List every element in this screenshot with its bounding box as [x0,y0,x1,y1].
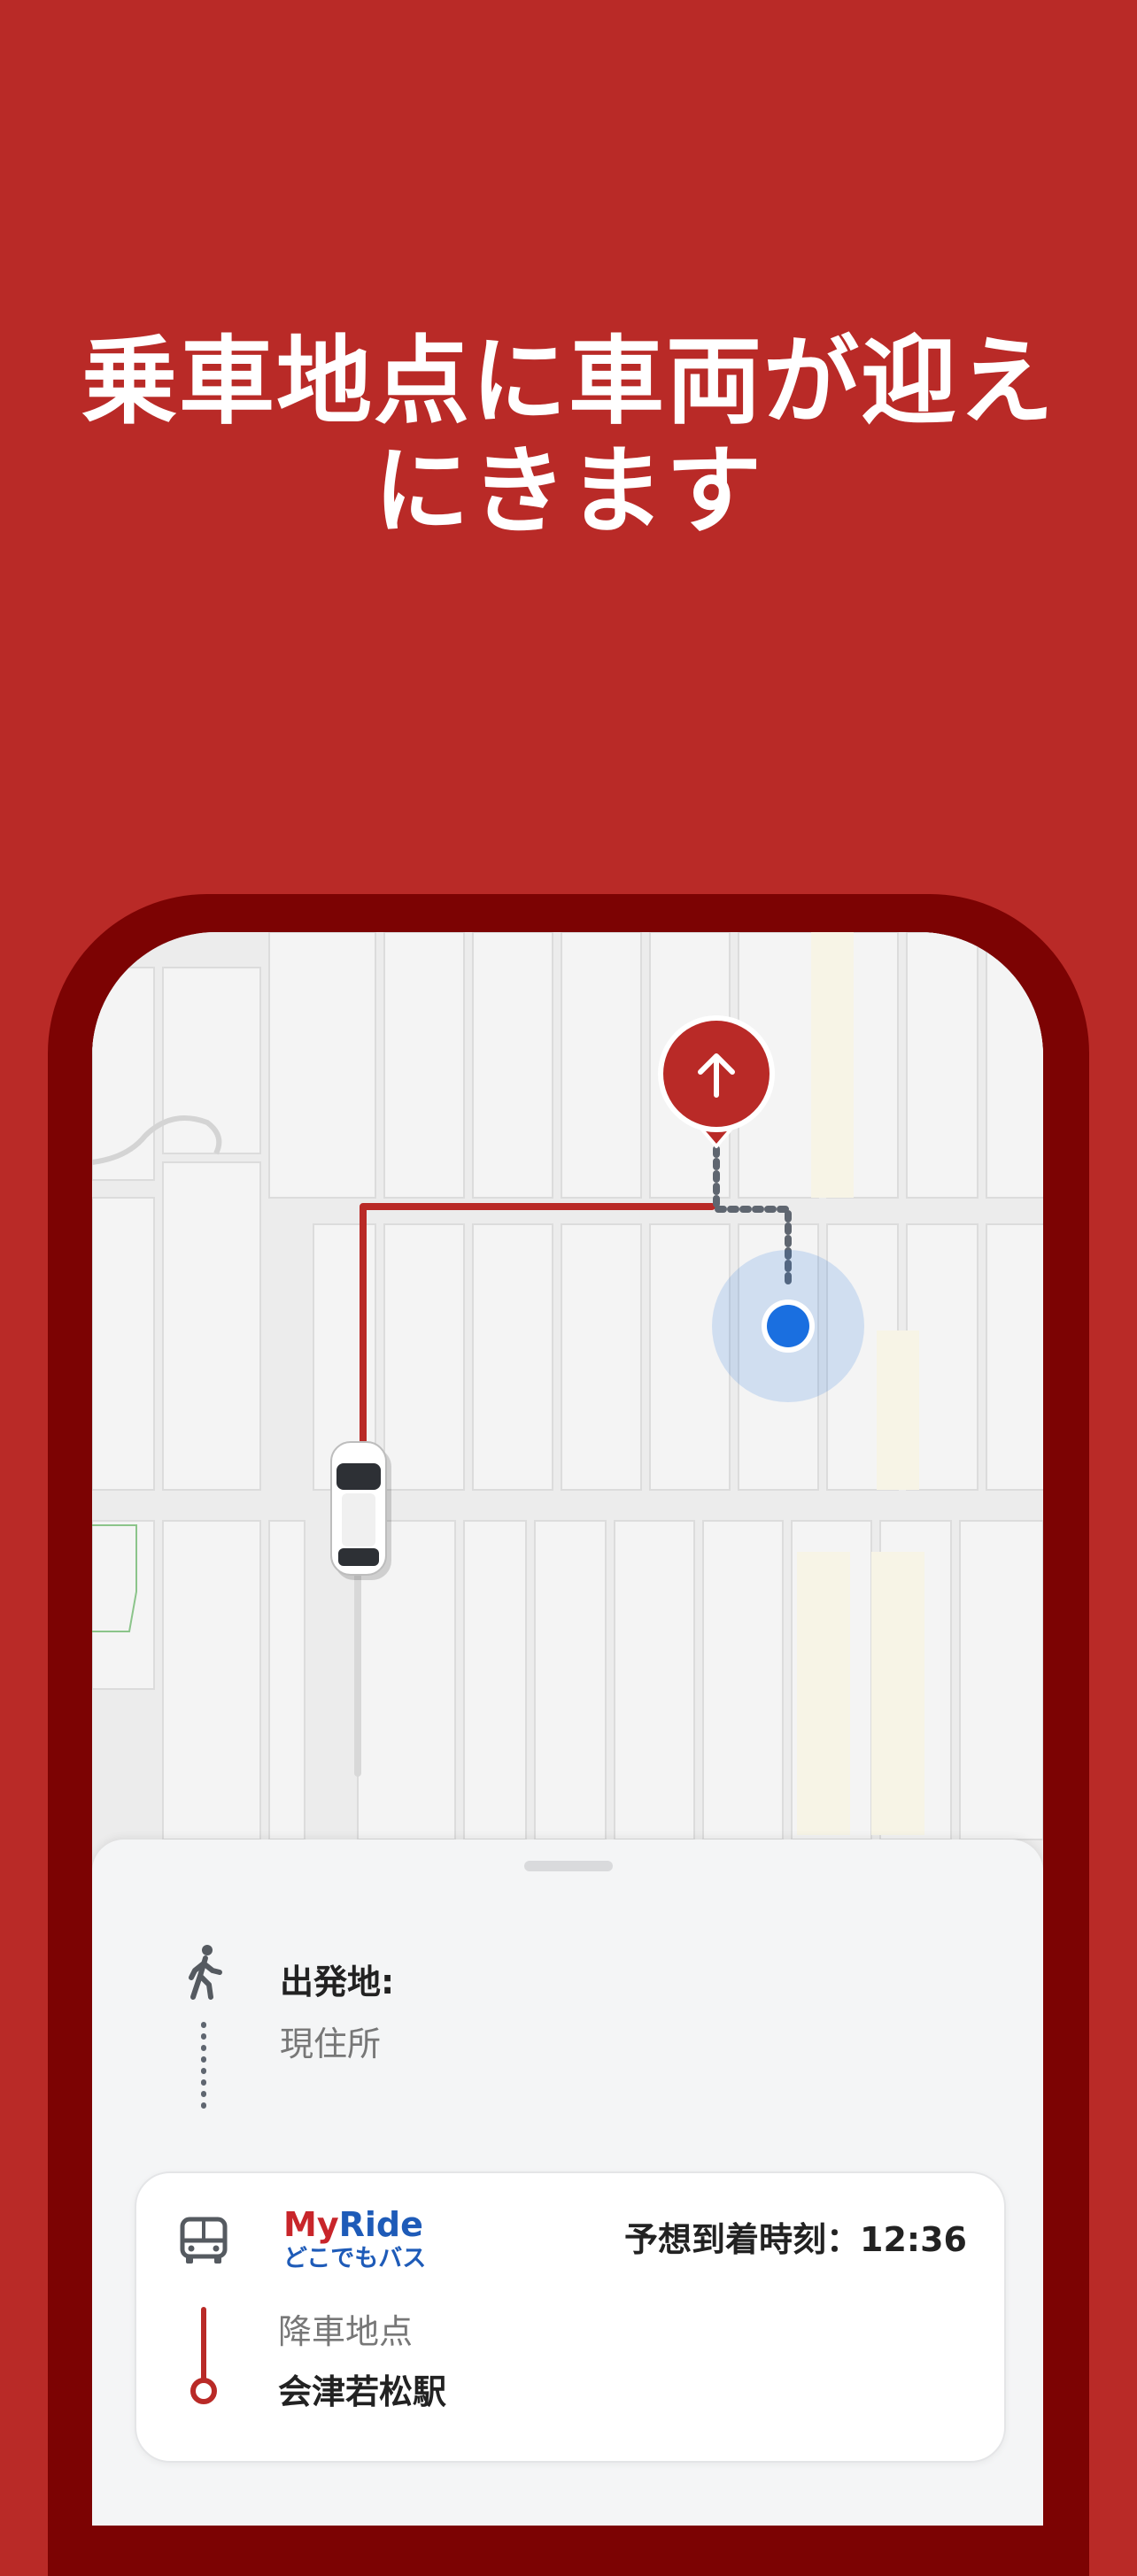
brand-subtitle: どこでもバス [283,2245,427,2272]
origin-value[interactable]: 現住所 [280,2017,381,2065]
dropoff-marker-icon [190,2307,217,2404]
car-icon [330,1441,391,1580]
eta-time: 12:36 [860,2220,967,2259]
location-dot-icon [767,1305,809,1347]
walk-connector [201,2022,206,2109]
trip-sheet: 出発地: 現住所 MyRide どこでもバス 予想到着時刻：12:36 降車地点… [92,1839,1043,2526]
brand-my: My [283,2205,339,2244]
phone-screen: 出発地: 現住所 MyRide どこでもバス 予想到着時刻：12:36 降車地点… [92,932,1043,2526]
ride-card[interactable]: MyRide どこでもバス 予想到着時刻：12:36 降車地点 会津若松駅 [135,2171,1006,2463]
headline-line-2: にきます [373,436,763,547]
bus-icon [180,2217,228,2264]
dropoff-value[interactable]: 会津若松駅 [278,2364,446,2413]
map[interactable] [92,932,1043,1870]
brand-ride: Ride [338,2205,423,2244]
origin-title: 出発地: [280,1963,395,2001]
eta-label: 予想到着時刻： [624,2220,861,2259]
headline-line-1: 乗車地点に車両が迎え [81,327,1056,437]
drag-handle[interactable] [524,1861,613,1871]
dropoff-label: 降車地点 [278,2312,414,2351]
walking-person-icon [189,1945,222,2000]
eta: 予想到着時刻：12:36 [624,2212,967,2261]
headline: 乗車地点に車両が迎え にきます [0,328,1137,547]
brand-logo: MyRide [283,2207,423,2242]
